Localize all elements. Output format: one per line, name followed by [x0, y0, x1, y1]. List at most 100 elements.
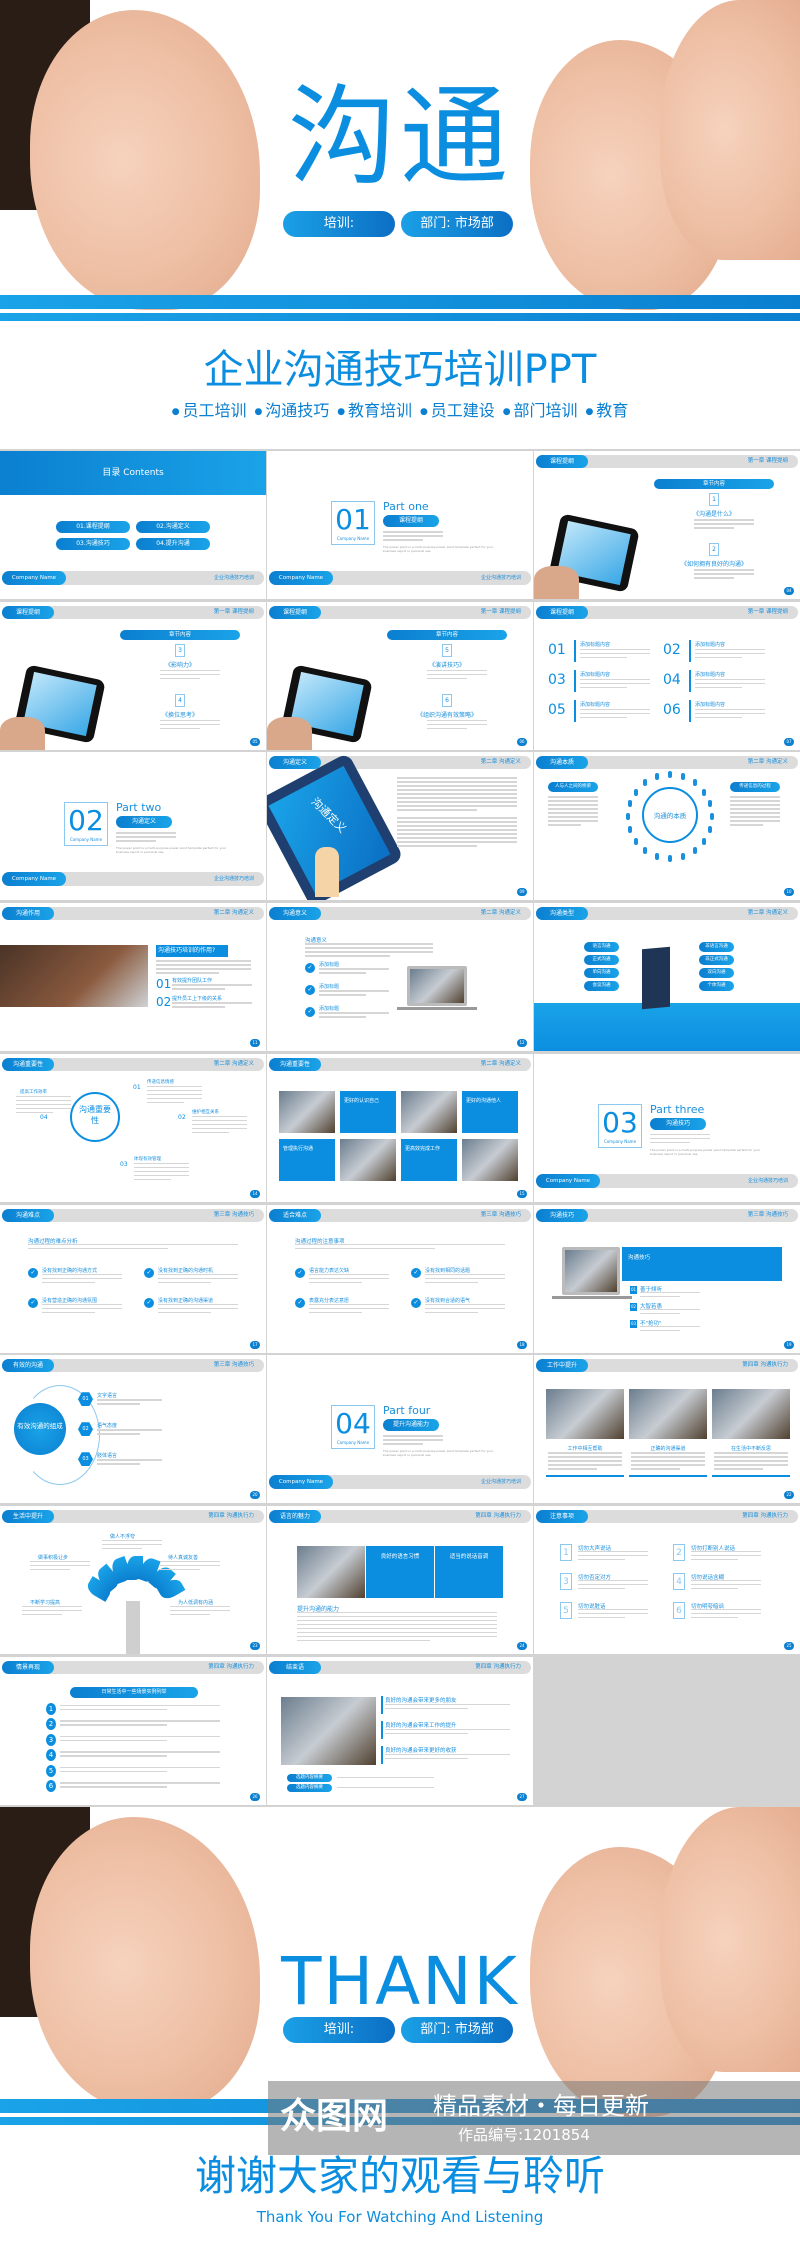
photo	[712, 1389, 790, 1440]
watermark-slogan: 精品素材・每日更新	[433, 2092, 649, 2120]
slide-tag: 有效的沟通	[2, 1359, 54, 1373]
slide-thumbnail[interactable]: 沟通意义 第二章 沟通定义 12 沟通意义 ✓ 添加标题 ✓ 添加标题 ✓ 添加标题	[267, 903, 533, 1052]
placeholder-text-line	[695, 656, 742, 659]
section-label: 第一章 课程提纲	[480, 608, 521, 615]
note-number: 6	[673, 1601, 685, 1619]
slide-tag: 沟通本质	[536, 756, 588, 770]
importance-center: 沟通重要性	[79, 1104, 111, 1125]
slide-thumbnail[interactable]: 生活中提升 第四章 沟通执行力 23 做人不浮夸 做事积极让步 待人真诚友善 不断学习提高 为…	[0, 1505, 266, 1654]
slide-thumbnail[interactable]: 沟通重要性 第二章 沟通定义 14 沟通重要性 01 传递信息情感 02 维护相互关系 03 体现…	[0, 1053, 266, 1202]
company-name-small: Company Name	[603, 1138, 637, 1144]
slide-thumbnail[interactable]: 04 Company Name Part four 提升沟通能力 The power p…	[267, 1355, 533, 1504]
slide-thumbnail[interactable]: 沟通定义 第二章 沟通定义 09 沟通定义	[267, 752, 533, 901]
person-icon	[692, 779, 697, 787]
check-icon: ✓	[295, 1267, 305, 1278]
placeholder-text-line	[397, 837, 517, 839]
slide-thumbnail[interactable]: 情景再现 第四章 沟通执行力 26 日常生活中一些场景实例列举 1 2 3 4 5 6	[0, 1656, 266, 1805]
placeholder-text-line	[42, 1277, 122, 1279]
placeholder-text-line	[385, 1732, 469, 1735]
placeholder-text-line	[548, 1460, 622, 1462]
placeholder-text-line	[305, 947, 433, 949]
placeholder-text-line	[578, 1608, 648, 1611]
slide-tag: 情景再现	[2, 1660, 54, 1674]
item-title: 文字语言	[97, 1393, 118, 1400]
footer-text: 企业沟通技巧培训	[213, 876, 254, 883]
page-number: 24	[517, 1641, 527, 1650]
slide-thumbnail[interactable]: 工作中提升 第四章 沟通执行力 22 工作中相互帮助 正确的沟通渠道 在生活中不断反思	[534, 1355, 800, 1504]
placeholder-text-line	[28, 1243, 238, 1245]
placeholder-text-line	[192, 1119, 247, 1122]
placeholder-text-line	[691, 1583, 761, 1586]
placeholder-text-line	[695, 686, 742, 689]
slide-thumbnail[interactable]: 02 Company Name Part two 沟通定义 The power poin…	[0, 752, 266, 901]
watermark-id: 作品编号:1201854	[458, 2126, 590, 2144]
placeholder-text-line	[116, 840, 156, 842]
slide-header: 沟通重要性 第二章 沟通定义	[2, 1057, 264, 1071]
placeholder-text-line	[60, 1708, 167, 1711]
pointing-hand	[315, 847, 339, 898]
chapter-heading: 章节内容	[120, 629, 240, 640]
slide-thumbnail[interactable]: 注意事项 第四章 沟通执行力 25 1 切勿大声说话 2 切勿打断别人说话 3 切勿否定对方 4 切…	[534, 1505, 800, 1654]
placeholder-text-line	[16, 1099, 71, 1102]
divider	[574, 669, 576, 692]
company-name: Company Name	[269, 571, 333, 585]
placeholder-text-line	[42, 1281, 96, 1283]
scene-number: 4	[46, 1749, 56, 1762]
slide-thumbnail[interactable]: 沟通本质 第二章 沟通定义 10 沟通的本质 人与人之间的桥梁 传递信息的过程	[534, 752, 800, 901]
placeholder-text-line	[730, 816, 780, 818]
placeholder-text-line	[425, 1281, 479, 1283]
chapter-number: 4	[175, 693, 185, 707]
chapter-number: 1	[709, 493, 719, 506]
check-icon: ✓	[144, 1297, 154, 1308]
slide-thumbnail[interactable]: 03 Company Name Part three 沟通技巧 The power po…	[534, 1053, 800, 1202]
slide-tag: 沟通作用	[2, 907, 54, 921]
slide-thumbnail[interactable]: 沟通技巧 第三章 沟通技巧 19 沟通技巧 01 善于倾听 02 大智若愚 03 不"抢功"	[534, 1204, 800, 1353]
slide-thumbnail[interactable]: 语言的魅力 第四章 沟通执行力 24 良好的语言习惯 适当的说话音调 提升沟通的能力	[267, 1505, 533, 1654]
placeholder-text-line	[578, 1550, 648, 1553]
page-number: 05	[250, 737, 260, 746]
slide-header: 工作中提升 第四章 沟通执行力	[536, 1359, 798, 1373]
placeholder-text-line	[578, 1587, 625, 1590]
slide-thumbnail[interactable]: 沟通难点 第三章 沟通技巧 17 沟通过程的难点分析 ✓ 没有找到正确的沟通方式 ✓ 没有找到…	[0, 1204, 266, 1353]
section-label: 第二章 沟通定义	[480, 910, 521, 917]
slide-thumbnail[interactable]: 沟通作用 第二章 沟通定义 11 沟通技巧培训的作用? 01 有效提升团队工作 02 提升员工…	[0, 903, 266, 1052]
placeholder-text-line	[730, 804, 780, 806]
page-number: 15	[517, 1189, 527, 1198]
placeholder-text-line	[158, 1303, 238, 1305]
tag: 员工建设	[420, 401, 495, 420]
placeholder-text-line	[397, 825, 517, 827]
quote-title: 良好的沟通会带来更好的收获	[385, 1747, 457, 1754]
slide-tag: 工作中提升	[536, 1359, 588, 1373]
slide-thumbnail[interactable]: 目录 Contents 01.课程提纲 02.沟通定义 03.沟通技巧 04.提升沟通 C…	[0, 451, 266, 599]
page-number: 27	[517, 1792, 527, 1801]
placeholder-text-line	[97, 1403, 141, 1405]
placeholder-text-line	[650, 1133, 710, 1136]
slide-thumbnail[interactable]: 01 Company Name Part one 课程提纲 The power poin…	[267, 451, 533, 599]
person-icon	[655, 773, 660, 781]
slide-tag: 课程提纲	[269, 605, 321, 619]
scene-number: 3	[46, 1733, 56, 1746]
essence-right-label: 传递信息的过程	[730, 782, 780, 793]
slide-thumbnail[interactable]: 课程提纲 第一章 课程提纲 07 01 添加标题内容 02 添加标题内容 03 添加标题内容 04…	[534, 601, 800, 750]
placeholder-text-line	[192, 1115, 247, 1118]
slide-thumbnail[interactable]: 课程提纲 第一章 课程提纲 04 章节内容 1 《沟通是什么》 2 《如何拥有良好的沟通》	[534, 451, 800, 599]
slide-thumbnail[interactable]: 结束语 第四章 沟通执行力 27 良好的沟通会带来更多的朋友 良好的沟通会带来工作的提升…	[267, 1656, 533, 1805]
check-icon: ✓	[305, 1007, 315, 1018]
slide-thumbnail[interactable]: 沟通类型第二章 沟通定义13语言沟通正式沟通单向沟通会议沟通非语言沟通非正式沟通…	[534, 903, 800, 1052]
person-icon	[710, 813, 714, 821]
slide-thumbnail[interactable]: 沟通重要性 第二章 沟通定义 15 更好的认识自己 更好的沟通他人 管理执行沟通 更高效完成…	[267, 1053, 533, 1202]
slide-thumbnail[interactable]: 课程提纲 第一章 课程提纲 06 章节内容 5 《演讲技巧》 6 《组织沟通有效策略》	[267, 601, 533, 750]
page-number: 07	[784, 737, 794, 746]
tag: 教育培训	[337, 401, 412, 420]
placeholder-text-line	[425, 1273, 505, 1275]
placeholder-text-line	[631, 1468, 681, 1470]
placeholder-text-line	[309, 1273, 389, 1275]
placeholder-text-line	[691, 1579, 761, 1582]
slide-thumbnail[interactable]: 有效的沟通 第三章 沟通技巧 20 有效沟通的组成 01 文字语言 02 语气态度 03 肢体语言	[0, 1355, 266, 1504]
contents-item: 03.沟通技巧	[56, 538, 130, 550]
slide-tag: 课程提纲	[536, 455, 588, 468]
slide-thumbnail[interactable]: 适合难点 第三章 沟通技巧 18 沟通过程的注意事项 ✓ 语言能力表达欠缺 ✓ 没有找到相同的…	[267, 1204, 533, 1353]
placeholder-text-line	[397, 777, 517, 779]
scenes-heading: 日常生活中一些场景实例列举	[70, 1686, 198, 1698]
slide-thumbnail[interactable]: 课程提纲 第一章 课程提纲 05 章节内容 3 《影响力》 4 《换位思考》	[0, 601, 266, 750]
